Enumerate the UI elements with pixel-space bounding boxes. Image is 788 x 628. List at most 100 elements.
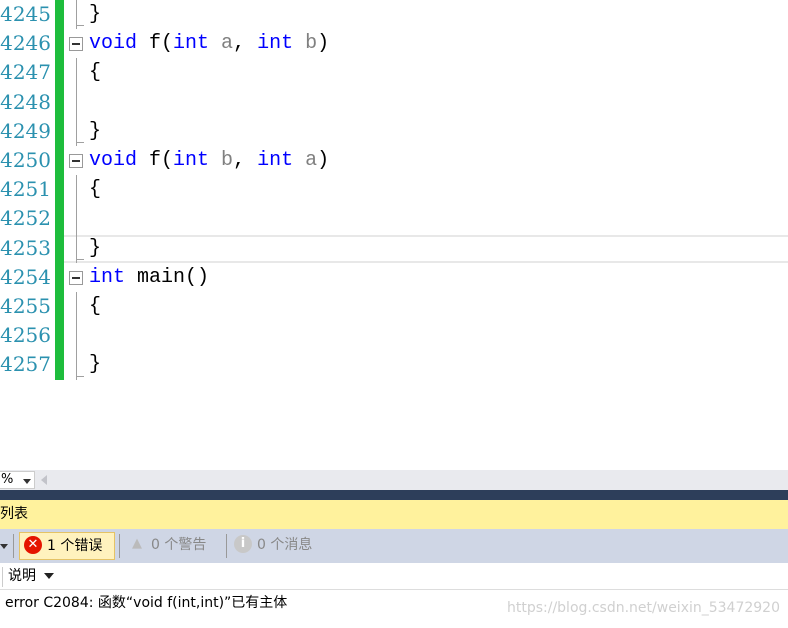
code-token: int [89, 265, 126, 289]
code-line[interactable]: 4253} [0, 233, 788, 263]
code-token: int [257, 149, 294, 172]
warning-icon: ▲ [132, 535, 142, 551]
line-number: 4248 [0, 89, 51, 114]
code-text: } [89, 234, 101, 263]
change-bar [55, 58, 64, 88]
chevron-down-icon [23, 479, 31, 484]
fold-guide [76, 292, 77, 322]
change-bar [55, 321, 64, 351]
code-token: , [233, 149, 258, 172]
fold-guide [76, 116, 84, 146]
code-token: a [209, 32, 234, 56]
change-bar [55, 233, 64, 263]
collapse-icon[interactable] [69, 37, 83, 52]
code-line[interactable]: 4252 [0, 204, 788, 234]
info-icon: i [234, 534, 252, 553]
change-bar [55, 292, 64, 322]
divider [13, 534, 14, 558]
change-bar [55, 87, 64, 117]
code-line[interactable]: 4257} [0, 350, 788, 380]
code-token: void [89, 32, 138, 56]
sort-dropdown-icon[interactable] [44, 573, 54, 579]
error-list-header: 列表 [0, 500, 788, 529]
change-bar [55, 116, 64, 146]
scope-dropdown-icon[interactable] [0, 544, 8, 549]
code-line[interactable]: 4255 { [0, 292, 788, 322]
change-bar [55, 0, 64, 30]
code-token: } [89, 353, 102, 377]
warnings-filter-button[interactable]: ▲ 0 个警告 [124, 532, 220, 560]
warnings-label: 0 个警告 [151, 537, 207, 553]
line-number: 4246 [0, 31, 51, 56]
code-line[interactable]: 4246 void f(int a, int b) [0, 29, 788, 59]
code-token: main() [125, 265, 210, 289]
code-token: b [293, 32, 318, 56]
fold-guide [76, 0, 84, 30]
line-number: 4247 [0, 60, 51, 85]
code-token: { [89, 61, 102, 85]
code-token: int [173, 32, 210, 56]
line-number: 4255 [0, 294, 51, 318]
code-line[interactable]: 4248 [0, 87, 788, 117]
code-token: a [293, 149, 318, 172]
change-bar [55, 146, 64, 176]
code-line[interactable]: 4254 int main() [0, 262, 788, 292]
change-bar [55, 350, 64, 380]
code-text: } [89, 0, 101, 29]
collapse-icon[interactable] [69, 270, 83, 285]
fold-guide [76, 87, 77, 117]
messages-filter-button[interactable]: i 0 个消息 [230, 532, 326, 560]
code-text: int main() [89, 263, 209, 292]
code-text: { [89, 292, 101, 321]
line-number: 4249 [0, 118, 51, 143]
code-token: f( [137, 32, 174, 56]
code-text: } [89, 350, 101, 379]
fold-guide [76, 321, 77, 351]
code-editor[interactable]: 4245} 4246 void f(int a, int b) 4247{4248 42… [0, 0, 788, 470]
code-token: f( [137, 149, 174, 172]
code-token: { [89, 295, 102, 318]
change-bar [55, 175, 64, 205]
code-line[interactable]: 4249} [0, 116, 788, 146]
code-token: } [89, 3, 102, 26]
code-token: ) [317, 149, 330, 172]
zoom-value: % [1, 472, 14, 487]
code-line[interactable]: 4256 [0, 321, 788, 351]
change-bar [55, 29, 64, 59]
line-number: 4257 [0, 352, 51, 377]
zoom-dropdown[interactable]: % [0, 471, 35, 489]
code-text: { [89, 175, 101, 204]
messages-label: 0 个消息 [257, 537, 313, 553]
code-token: int [173, 149, 210, 172]
code-token: ) [317, 32, 330, 56]
column-header-row: 说明 [0, 563, 788, 590]
code-line[interactable]: 4250 void f(int b, int a) [0, 146, 788, 176]
code-line[interactable]: 4251 { [0, 175, 788, 205]
line-number: 4251 [0, 177, 51, 202]
divider [226, 534, 227, 558]
line-number: 4245 [0, 2, 51, 26]
panel-divider[interactable] [0, 490, 788, 500]
line-number: 4253 [0, 235, 51, 260]
fold-guide [76, 204, 77, 234]
column-description-label: 说明 [8, 568, 36, 584]
line-number: 4250 [0, 148, 51, 172]
code-token: int [257, 32, 294, 56]
scroll-left-icon[interactable] [41, 475, 47, 485]
divider [2, 567, 3, 587]
collapse-icon[interactable] [69, 154, 83, 168]
code-line[interactable]: 4247 { [0, 58, 788, 88]
editor-status-bar: % [0, 470, 788, 490]
change-bar [55, 204, 64, 234]
code-token: b [209, 149, 234, 172]
divider [119, 534, 120, 558]
change-bar [55, 262, 64, 292]
code-token: void [89, 149, 138, 172]
errors-label: 1 个错误 [47, 538, 103, 554]
code-line[interactable]: 4245} [0, 0, 788, 30]
code-text: { [89, 58, 101, 87]
fold-guide [76, 350, 84, 380]
column-header-description[interactable]: 说明 [8, 563, 54, 590]
line-number: 4254 [0, 264, 51, 289]
errors-filter-button[interactable]: ✕ 1 个错误 [19, 532, 115, 560]
